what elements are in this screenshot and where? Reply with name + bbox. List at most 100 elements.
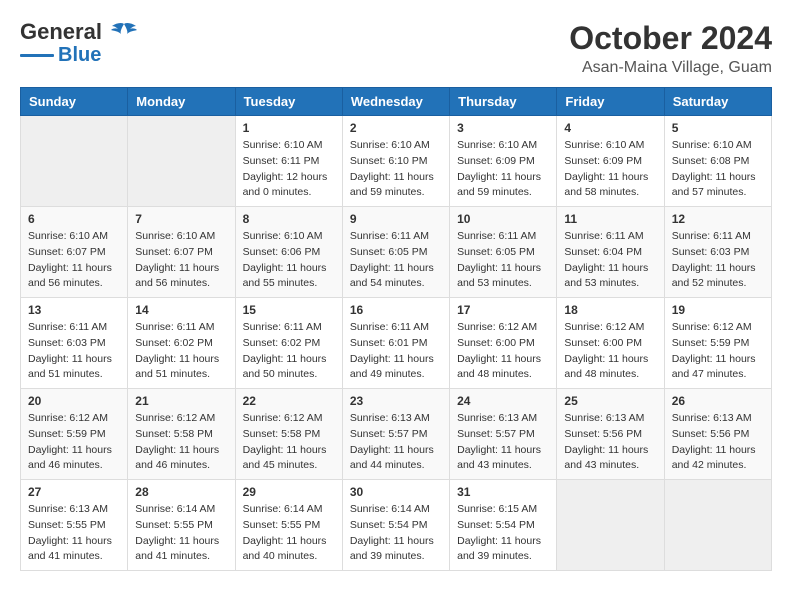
day-info: Sunrise: 6:11 AMSunset: 6:04 PMDaylight:… [564, 229, 656, 292]
day-info: Sunrise: 6:14 AMSunset: 5:55 PMDaylight:… [135, 502, 227, 565]
calendar-cell [557, 480, 664, 571]
calendar-header-wednesday: Wednesday [342, 88, 449, 116]
calendar-cell: 29Sunrise: 6:14 AMSunset: 5:55 PMDayligh… [235, 480, 342, 571]
day-info: Sunrise: 6:10 AMSunset: 6:06 PMDaylight:… [243, 229, 335, 292]
location-title: Asan-Maina Village, Guam [569, 59, 772, 77]
calendar-cell: 24 Sunrise: 6:13 AMSunset: 5:57 PMDayligh… [450, 389, 557, 480]
day-info: Sunrise: 6:10 AMSunset: 6:07 PMDaylight:… [28, 229, 120, 292]
calendar-cell: 4 Sunrise: 6:10 AMSunset: 6:09 PMDaylight… [557, 116, 664, 207]
calendar-header-row: SundayMondayTuesdayWednesdayThursdayFrid… [21, 88, 772, 116]
day-info: Sunrise: 6:13 AMSunset: 5:56 PMDaylight:… [564, 411, 656, 474]
day-info: Sunrise: 6:11 AMSunset: 6:02 PMDaylight:… [135, 320, 227, 383]
calendar-cell: 8Sunrise: 6:10 AMSunset: 6:06 PMDaylight… [235, 207, 342, 298]
day-number: 18 [564, 303, 656, 317]
calendar-cell: 21Sunrise: 6:12 AMSunset: 5:58 PMDayligh… [128, 389, 235, 480]
calendar-cell: 14 Sunrise: 6:11 AMSunset: 6:02 PMDayligh… [128, 298, 235, 389]
calendar-header-thursday: Thursday [450, 88, 557, 116]
day-info: Sunrise: 6:10 AMSunset: 6:07 PMDaylight:… [135, 229, 227, 292]
calendar-cell: 19 Sunrise: 6:12 AMSunset: 5:59 PMDayligh… [664, 298, 771, 389]
day-number: 4 [564, 121, 656, 135]
calendar-cell: 1Sunrise: 6:10 AMSunset: 6:11 PMDaylight… [235, 116, 342, 207]
calendar-cell: 31 Sunrise: 6:15 AMSunset: 5:54 PMDayligh… [450, 480, 557, 571]
calendar-week-3: 13Sunrise: 6:11 AMSunset: 6:03 PMDayligh… [21, 298, 772, 389]
calendar-cell: 18 Sunrise: 6:12 AMSunset: 6:00 PMDayligh… [557, 298, 664, 389]
day-number: 2 [350, 121, 442, 135]
calendar-cell [21, 116, 128, 207]
calendar-table: SundayMondayTuesdayWednesdayThursdayFrid… [20, 87, 772, 571]
day-info: Sunrise: 6:15 AMSunset: 5:54 PMDaylight:… [457, 502, 549, 565]
calendar-cell: 25 Sunrise: 6:13 AMSunset: 5:56 PMDayligh… [557, 389, 664, 480]
logo-bird-icon [110, 22, 138, 44]
calendar-week-4: 20 Sunrise: 6:12 AMSunset: 5:59 PMDayligh… [21, 389, 772, 480]
day-number: 27 [28, 485, 120, 499]
calendar-cell: 3 Sunrise: 6:10 AMSunset: 6:09 PMDaylight… [450, 116, 557, 207]
day-number: 11 [564, 212, 656, 226]
calendar-cell: 10Sunrise: 6:11 AMSunset: 6:05 PMDayligh… [450, 207, 557, 298]
day-number: 14 [135, 303, 227, 317]
day-info: Sunrise: 6:12 AMSunset: 6:00 PMDaylight:… [457, 320, 549, 383]
logo: General Blue [20, 20, 138, 66]
day-number: 23 [350, 394, 442, 408]
day-info: Sunrise: 6:12 AMSunset: 5:59 PMDaylight:… [672, 320, 764, 383]
day-number: 26 [672, 394, 764, 408]
day-number: 12 [672, 212, 764, 226]
calendar-header-friday: Friday [557, 88, 664, 116]
calendar-cell: 5 Sunrise: 6:10 AMSunset: 6:08 PMDaylight… [664, 116, 771, 207]
calendar-week-1: 1Sunrise: 6:10 AMSunset: 6:11 PMDaylight… [21, 116, 772, 207]
day-number: 17 [457, 303, 549, 317]
day-number: 30 [350, 485, 442, 499]
day-info: Sunrise: 6:12 AMSunset: 5:59 PMDaylight:… [28, 411, 120, 474]
day-number: 20 [28, 394, 120, 408]
day-number: 9 [350, 212, 442, 226]
day-info: Sunrise: 6:10 AMSunset: 6:09 PMDaylight:… [564, 138, 656, 201]
calendar-cell: 20 Sunrise: 6:12 AMSunset: 5:59 PMDayligh… [21, 389, 128, 480]
day-number: 7 [135, 212, 227, 226]
day-info: Sunrise: 6:13 AMSunset: 5:57 PMDaylight:… [350, 411, 442, 474]
title-section: October 2024 Asan-Maina Village, Guam [569, 20, 772, 77]
day-number: 13 [28, 303, 120, 317]
day-number: 5 [672, 121, 764, 135]
calendar-cell: 11 Sunrise: 6:11 AMSunset: 6:04 PMDayligh… [557, 207, 664, 298]
day-number: 15 [243, 303, 335, 317]
day-number: 16 [350, 303, 442, 317]
day-number: 25 [564, 394, 656, 408]
day-info: Sunrise: 6:11 AMSunset: 6:05 PMDaylight:… [350, 229, 442, 292]
day-number: 24 [457, 394, 549, 408]
day-info: Sunrise: 6:14 AMSunset: 5:54 PMDaylight:… [350, 502, 442, 565]
calendar-header-sunday: Sunday [21, 88, 128, 116]
day-info: Sunrise: 6:10 AMSunset: 6:10 PMDaylight:… [350, 138, 442, 201]
day-number: 3 [457, 121, 549, 135]
day-info: Sunrise: 6:10 AMSunset: 6:09 PMDaylight:… [457, 138, 549, 201]
logo-general: General [20, 19, 102, 44]
calendar-header-monday: Monday [128, 88, 235, 116]
calendar-cell: 13Sunrise: 6:11 AMSunset: 6:03 PMDayligh… [21, 298, 128, 389]
day-info: Sunrise: 6:11 AMSunset: 6:03 PMDaylight:… [672, 229, 764, 292]
calendar-header-tuesday: Tuesday [235, 88, 342, 116]
day-info: Sunrise: 6:12 AMSunset: 6:00 PMDaylight:… [564, 320, 656, 383]
day-number: 19 [672, 303, 764, 317]
calendar-cell: 9 Sunrise: 6:11 AMSunset: 6:05 PMDaylight… [342, 207, 449, 298]
day-info: Sunrise: 6:12 AMSunset: 5:58 PMDaylight:… [243, 411, 335, 474]
day-info: Sunrise: 6:14 AMSunset: 5:55 PMDaylight:… [243, 502, 335, 565]
calendar-cell: 28 Sunrise: 6:14 AMSunset: 5:55 PMDayligh… [128, 480, 235, 571]
calendar-cell: 7 Sunrise: 6:10 AMSunset: 6:07 PMDaylight… [128, 207, 235, 298]
month-title: October 2024 [569, 20, 772, 57]
day-info: Sunrise: 6:13 AMSunset: 5:55 PMDaylight:… [28, 502, 120, 565]
day-number: 10 [457, 212, 549, 226]
day-number: 31 [457, 485, 549, 499]
day-info: Sunrise: 6:10 AMSunset: 6:11 PMDaylight:… [243, 138, 335, 201]
calendar-cell: 2 Sunrise: 6:10 AMSunset: 6:10 PMDaylight… [342, 116, 449, 207]
calendar-cell: 22Sunrise: 6:12 AMSunset: 5:58 PMDayligh… [235, 389, 342, 480]
calendar-cell: 6Sunrise: 6:10 AMSunset: 6:07 PMDaylight… [21, 207, 128, 298]
calendar-cell: 27 Sunrise: 6:13 AMSunset: 5:55 PMDayligh… [21, 480, 128, 571]
calendar-cell [128, 116, 235, 207]
day-info: Sunrise: 6:11 AMSunset: 6:02 PMDaylight:… [243, 320, 335, 383]
day-info: Sunrise: 6:10 AMSunset: 6:08 PMDaylight:… [672, 138, 764, 201]
day-info: Sunrise: 6:13 AMSunset: 5:57 PMDaylight:… [457, 411, 549, 474]
logo-text: General [20, 20, 138, 44]
calendar-week-2: 6Sunrise: 6:10 AMSunset: 6:07 PMDaylight… [21, 207, 772, 298]
calendar-cell: 17 Sunrise: 6:12 AMSunset: 6:00 PMDayligh… [450, 298, 557, 389]
logo-blue-text: Blue [58, 44, 101, 66]
page-header: General Blue October 2024 Asan-Maina Vil… [20, 20, 772, 77]
day-number: 28 [135, 485, 227, 499]
